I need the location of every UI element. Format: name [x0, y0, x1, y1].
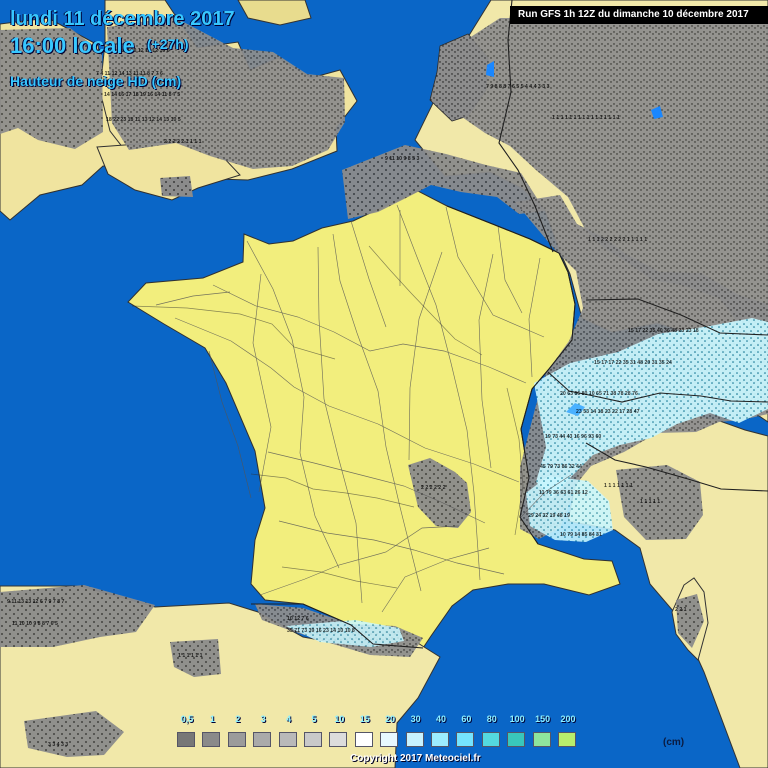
legend-swatch-10: [431, 732, 449, 747]
svg-text:1 1 1 1 1 1: 1 1 1 1 1 1: [178, 653, 203, 659]
forecast-time-label: 16:00 locale: [10, 33, 135, 58]
svg-text:3 3 4 3 3: 3 3 4 3 3: [48, 742, 68, 748]
svg-text:10 12 7 6: 10 12 7 6: [287, 616, 309, 622]
legend-value-7: 15: [359, 714, 370, 724]
svg-text:1 1 1 1 1 1 1: 1 1 1 1 1 1 1: [604, 483, 633, 489]
svg-text:9 11 10 9 8 5 3: 9 11 10 9 8 5 3: [385, 156, 419, 162]
legend-value-5: 5: [311, 714, 317, 724]
svg-text:1 1 1 1 1 1 1 1 1 1 1 1 1 1 1: 1 1 1 1 1 1 1 1 1 1 1 1 1 1 1 1: [552, 115, 620, 121]
svg-text:14 14 16 17 18 19 16 14 11 8 7: 14 14 16 17 18 19 16 14 11 8 7 5: [104, 92, 180, 98]
legend-value-1: 1: [209, 714, 215, 724]
svg-text:11 10 10 9 8 8 7 6 5: 11 10 10 9 8 8 7 6 5: [12, 621, 58, 627]
svg-text:15 17 22 35 40 36 48 23 23 18: 15 17 22 35 40 36 48 23 23 18: [628, 328, 699, 334]
svg-text:2 2 2 2 2 2: 2 2 2 2 2 2: [421, 485, 446, 491]
forecast-time-title: 16:00 locale (+27h): [10, 33, 189, 59]
legend-swatch-14: [532, 732, 551, 747]
legend-value-14: 150: [535, 714, 551, 724]
legend-swatch-4: [278, 732, 297, 747]
svg-text:2 2 2 2 2 1 1 1 1: 2 2 2 2 2 1 1 1 1: [164, 139, 202, 145]
legend-swatch-7: [354, 732, 373, 747]
legend-value-8: 20: [385, 714, 396, 724]
legend-swatch-3: [253, 732, 272, 747]
legend-swatch-12: [481, 732, 500, 747]
svg-text:19 73 44 43 16 96 93 60: 19 73 44 43 16 96 93 60: [545, 434, 601, 440]
svg-text:20 63 66 80 10 65 71 38 78 28: 20 63 66 80 10 65 71 38 78 28 76: [560, 391, 638, 397]
svg-text:15 17 17 22 35 31 48 20 31 35: 15 17 17 22 35 31 48 20 31 35 24: [594, 360, 672, 366]
legend-swatch-11: [456, 732, 475, 747]
svg-text:10 79 14 85 84 31: 10 79 14 85 84 31: [560, 532, 602, 538]
legend-swatch-9: [405, 732, 424, 747]
svg-text:9 11 13 13 12 6 7 9 7 8 7: 9 11 13 13 12 6 7 9 7 8 7: [7, 599, 65, 605]
copyright-label: Copyright 2017 Meteociel.fr: [350, 753, 481, 764]
svg-text:45 79 73 86 32 44: 45 79 73 86 32 44: [540, 464, 582, 470]
svg-text:7 9 8 8 8 7 6 5 5 4 4 4 3 3 3: 7 9 8 8 8 7 6 5 5 4 4 4 3 3 3: [486, 84, 550, 90]
svg-text:2 2 1: 2 2 1: [675, 607, 687, 613]
svg-text:29 24 32 19 48 19: 29 24 32 19 48 19: [528, 513, 570, 519]
forecast-offset-label: (+27h): [146, 36, 189, 52]
legend-swatch-0: [177, 732, 195, 747]
legend-swatch-2: [227, 732, 246, 747]
legend-value-6: 10: [334, 714, 345, 724]
svg-text:1 1 1 2 2 2 2 2 2 1 1 1 1 1: 1 1 1 2 2 2 2 2 2 1 1 1 1 1: [588, 237, 647, 243]
snow-depth-title: Hauteur de neige HD (cm): [10, 73, 182, 89]
legend-value-2: 2: [235, 714, 241, 724]
legend-value-4: 4: [286, 714, 292, 724]
svg-text:35 71 73 39 16 23 14 10 10 8: 35 71 73 39 16 23 14 10 10 8: [287, 628, 355, 634]
cornwall-snow-spot: [160, 176, 193, 197]
forecast-date-title: lundi 11 décembre 2017: [10, 8, 235, 30]
legend-swatch-6: [329, 732, 348, 747]
legend-swatch-15: [558, 732, 576, 747]
map-canvas: 2 3 10 12 13 12 10 6 7 4 11 12 14 13 11 …: [0, 0, 768, 768]
snow-depth-legend: 0,5 1 2 3 4 5 10 15 20 30 40 60 80 100 150 200: [177, 714, 577, 754]
legend-swatch-1: [202, 732, 221, 747]
svg-text:23 53 14 18 23 22 17 28 47: 23 53 14 18 23 22 17 28 47: [576, 409, 640, 415]
legend-value-10: 40: [435, 714, 447, 724]
svg-text:1 1 1 1 1: 1 1 1 1 1: [640, 499, 660, 505]
legend-value-12: 80: [486, 714, 497, 724]
legend-value-15: 200: [560, 714, 576, 724]
legend-value-3: 3: [260, 714, 266, 724]
legend-value-0: 0,5: [180, 714, 194, 724]
legend-value-11: 60: [461, 714, 472, 724]
svg-text:11 79 36 63 61 26 12: 11 79 36 63 61 26 12: [539, 490, 588, 496]
snow-depth-map: 2 3 10 12 13 12 10 6 7 4 11 12 14 13 11 …: [0, 0, 768, 768]
legend-swatch-5: [304, 732, 322, 747]
legend-value-9: 30: [410, 714, 421, 724]
svg-text:18 22 23 18 11 13 12 14 13 10: 18 22 23 18 11 13 12 14 13 10 5: [106, 117, 181, 123]
legend-unit-label: (cm): [663, 737, 685, 748]
legend-swatch-8: [380, 732, 399, 747]
legend-swatch-13: [507, 732, 526, 747]
model-run-banner: Run GFS 1h 12Z du dimanche 10 décembre 2…: [510, 6, 768, 24]
legend-value-13: 100: [509, 714, 525, 724]
